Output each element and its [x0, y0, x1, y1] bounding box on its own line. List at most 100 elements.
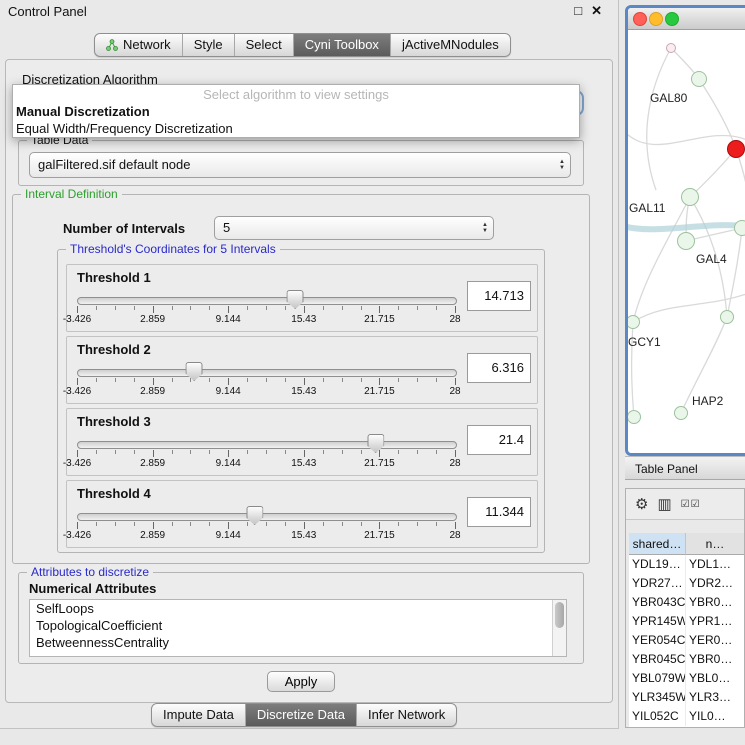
table-cell[interactable]: YBR0…	[686, 593, 744, 612]
table-row[interactable]: YDR27…YDR2…	[629, 574, 744, 593]
table-data-value: galFiltered.sif default node	[30, 153, 570, 177]
network-node[interactable]	[681, 188, 699, 206]
scale-label: 15.43	[291, 458, 316, 469]
tick-mark	[266, 306, 267, 310]
tick-mark	[96, 522, 97, 526]
tick-mark	[172, 522, 173, 526]
column-header[interactable]: shared…	[629, 533, 686, 555]
table-row[interactable]: YER054CYER0…	[629, 631, 744, 650]
table-data-combobox[interactable]: galFiltered.sif default node ▲ ▼	[29, 152, 571, 178]
network-node[interactable]	[691, 71, 707, 87]
select-all-icon[interactable]: ☑☑	[681, 499, 701, 510]
table-cell[interactable]: YBR043C	[629, 593, 686, 612]
slider-ticks	[77, 450, 455, 457]
columns-icon[interactable]: ▥	[657, 495, 671, 513]
tab-impute-data[interactable]: Impute Data	[152, 704, 245, 726]
table-cell[interactable]: YER0…	[686, 631, 744, 650]
network-node[interactable]	[666, 43, 676, 53]
float-window-icon[interactable]: □	[574, 3, 582, 19]
network-window-titlebar	[628, 8, 745, 30]
table-row[interactable]: YDL19…YDL1…	[629, 555, 744, 574]
tab-jactivemnodules[interactable]: jActiveMNodules	[390, 34, 510, 56]
network-node[interactable]	[677, 232, 695, 250]
minimize-traffic-light-icon[interactable]	[649, 12, 663, 26]
threshold-4-slider[interactable]: -3.4262.8599.14415.4321.71528	[77, 505, 455, 543]
node-label: GAL80	[650, 91, 687, 105]
table-row[interactable]: YLR345WYLR3…	[629, 688, 744, 707]
table-cell[interactable]: YIL052C	[629, 707, 686, 726]
table-cell[interactable]: YDL1…	[686, 555, 744, 574]
table-cell[interactable]: YDL19…	[629, 555, 686, 574]
tab-infer-network[interactable]: Infer Network	[356, 704, 456, 726]
tab-select[interactable]: Select	[234, 34, 293, 56]
list-item[interactable]: TopologicalCoefficient	[30, 617, 566, 634]
tick-mark	[323, 378, 324, 382]
table-row[interactable]: YBL079WYBL0…	[629, 669, 744, 688]
threshold-4-value[interactable]: 11.344	[467, 497, 531, 527]
table-row[interactable]: YIL052CYIL0…	[629, 707, 744, 726]
table-row[interactable]: YPR145WYPR1…	[629, 612, 744, 631]
threshold-3-value[interactable]: 21.4	[467, 425, 531, 455]
table-row[interactable]: YBR045CYBR0…	[629, 650, 744, 669]
numerical-attributes-list[interactable]: SelfLoops TopologicalCoefficient Between…	[29, 599, 567, 657]
tick-mark	[266, 450, 267, 454]
table-cell[interactable]: YER054C	[629, 631, 686, 650]
network-view-window: GAL80GAL11GAL4GCY1HAP2	[625, 5, 745, 456]
table-cell[interactable]: YDR2…	[686, 574, 744, 593]
tick-mark	[134, 306, 135, 310]
tick-mark	[153, 378, 154, 385]
table-cell[interactable]: YBR045C	[629, 650, 686, 669]
close-icon[interactable]: ✕	[591, 3, 602, 19]
table-cell[interactable]: YPR1…	[686, 612, 744, 631]
network-node[interactable]	[734, 220, 745, 236]
table-cell[interactable]: YPR145W	[629, 612, 686, 631]
scrollbar-thumb[interactable]	[555, 602, 564, 628]
slider-track[interactable]	[77, 369, 457, 377]
tick-mark	[455, 306, 456, 313]
scale-label: 15.43	[291, 314, 316, 325]
network-canvas[interactable]: GAL80GAL11GAL4GCY1HAP2	[628, 30, 745, 433]
table-cell[interactable]: YBL079W	[629, 669, 686, 688]
table-panel-titlebar[interactable]: Table Panel	[625, 456, 745, 480]
table-cell[interactable]: YLR3…	[686, 688, 744, 707]
number-of-intervals-combobox[interactable]: 5 ▲ ▼	[214, 216, 494, 240]
network-node[interactable]	[674, 406, 688, 420]
tab-discretize-data[interactable]: Discretize Data	[245, 704, 356, 726]
threshold-1-value[interactable]: 14.713	[467, 281, 531, 311]
scale-label: 2.859	[140, 530, 165, 541]
threshold-2-value[interactable]: 6.316	[467, 353, 531, 383]
table-cell[interactable]: YBR0…	[686, 650, 744, 669]
dropdown-option-manual-discretization[interactable]: Manual Discretization	[13, 103, 579, 120]
zoom-traffic-light-icon[interactable]	[665, 12, 679, 26]
number-of-intervals-value: 5	[215, 217, 493, 239]
tab-style[interactable]: Style	[182, 34, 234, 56]
tab-cyni-toolbox[interactable]: Cyni Toolbox	[293, 34, 390, 56]
apply-button[interactable]: Apply	[267, 671, 335, 692]
slider-track[interactable]	[77, 297, 457, 305]
table-cell[interactable]: YDR27…	[629, 574, 686, 593]
slider-track[interactable]	[77, 441, 457, 449]
gear-icon[interactable]: ⚙	[635, 495, 648, 513]
slider-track[interactable]	[77, 513, 457, 521]
table-row[interactable]: YBR043CYBR0…	[629, 593, 744, 612]
table-cell[interactable]: YLR345W	[629, 688, 686, 707]
threshold-2-slider[interactable]: -3.4262.8599.14415.4321.71528	[77, 361, 455, 399]
tick-mark	[361, 522, 362, 526]
network-node[interactable]	[720, 310, 734, 324]
list-scrollbar[interactable]	[552, 600, 566, 656]
list-item[interactable]: BetweennessCentrality	[30, 634, 566, 651]
threshold-3-slider[interactable]: -3.4262.8599.14415.4321.71528	[77, 433, 455, 471]
threshold-2-panel: Threshold 2 -3.4262.8599.14415.4321.7152…	[66, 336, 538, 404]
scale-label: 28	[449, 386, 460, 397]
close-traffic-light-icon[interactable]	[633, 12, 647, 26]
selected-network-node[interactable]	[727, 140, 745, 158]
table-cell[interactable]: YIL0…	[686, 707, 744, 726]
dropdown-option-equal-width-frequency[interactable]: Equal Width/Frequency Discretization	[13, 120, 579, 137]
tick-mark	[190, 522, 191, 526]
column-header[interactable]: n…	[686, 533, 744, 555]
table-cell[interactable]: YBL0…	[686, 669, 744, 688]
tick-mark	[247, 522, 248, 526]
list-item[interactable]: SelfLoops	[30, 600, 566, 617]
tab-network[interactable]: Network	[95, 34, 182, 56]
threshold-1-slider[interactable]: -3.4262.8599.14415.4321.71528	[77, 289, 455, 327]
